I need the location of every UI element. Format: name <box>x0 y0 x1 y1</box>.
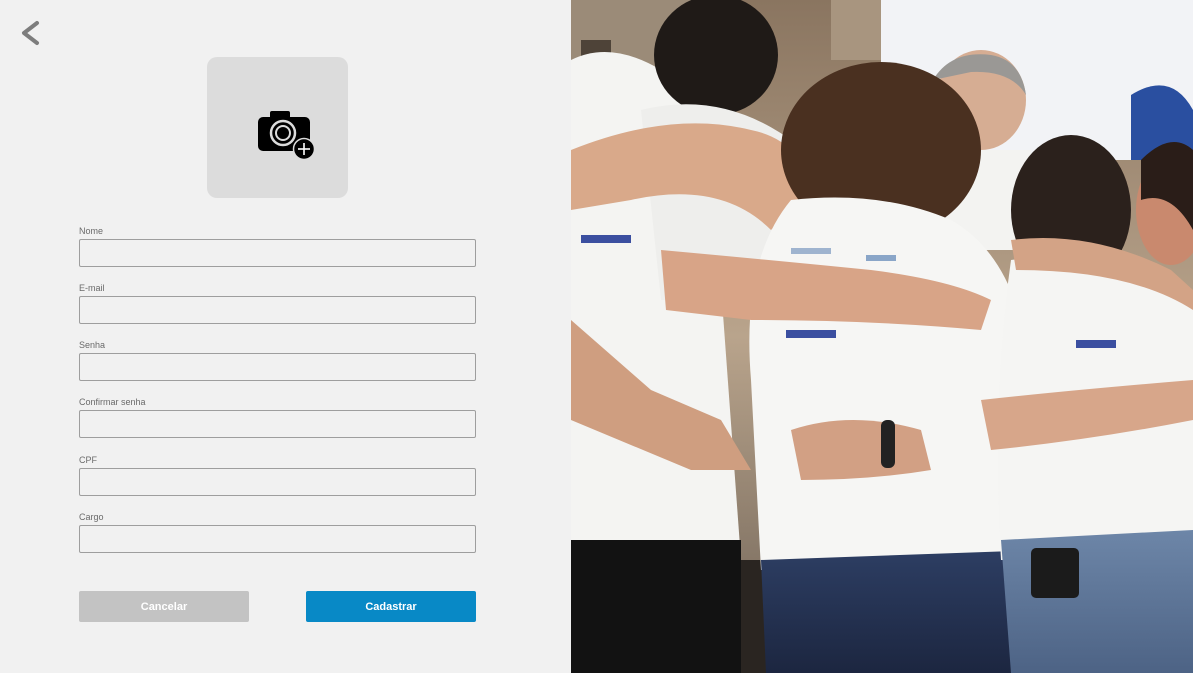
cancel-button[interactable]: Cancelar <box>79 591 249 622</box>
password-label: Senha <box>79 340 106 350</box>
password-input[interactable] <box>79 353 476 381</box>
confirm-password-label: Confirmar senha <box>79 397 146 407</box>
email-label: E-mail <box>79 283 105 293</box>
group-hug-photo <box>571 0 1193 673</box>
back-button[interactable] <box>16 18 46 48</box>
submit-button[interactable]: Cadastrar <box>306 591 476 622</box>
chevron-left-icon <box>22 21 39 45</box>
confirm-password-input[interactable] <box>79 410 476 438</box>
name-input[interactable] <box>79 239 476 267</box>
signup-form-panel: Nome E-mail Senha Confirmar senha CPF Ca… <box>0 0 571 673</box>
role-label: Cargo <box>79 512 104 522</box>
email-input[interactable] <box>79 296 476 324</box>
hero-photo <box>571 0 1193 673</box>
name-label: Nome <box>79 226 104 236</box>
role-input[interactable] <box>79 525 476 553</box>
camera-add-icon <box>258 111 316 161</box>
cpf-input[interactable] <box>79 468 476 496</box>
avatar-upload[interactable] <box>207 57 348 198</box>
cpf-label: CPF <box>79 455 97 465</box>
signup-page: Nome E-mail Senha Confirmar senha CPF Ca… <box>0 0 1193 673</box>
